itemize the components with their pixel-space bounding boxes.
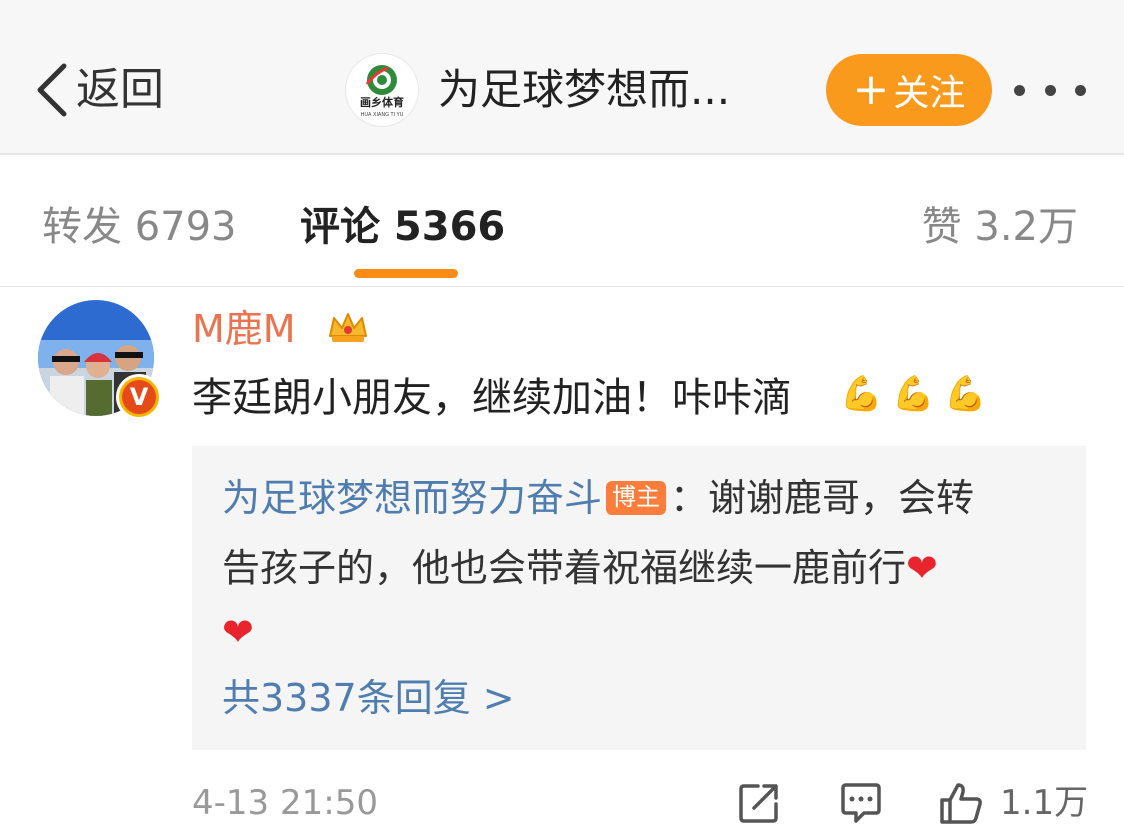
follow-button[interactable]: + 关注 — [826, 54, 992, 126]
tab-repost[interactable]: 转发 6793 — [42, 197, 237, 257]
share-icon — [739, 784, 778, 823]
follow-label: 关注 — [893, 73, 966, 114]
comment-text: 李廷朗小朋友，继续加油！咔咔滴 — [192, 375, 792, 421]
flex-emoji: 💪 — [944, 374, 987, 414]
reply-preview[interactable]: 为足球梦想而努力奋斗 博主 ：谢谢鹿哥，会转 告孩子的，他也会带着祝福继续一鹿前行❤… — [192, 446, 1086, 750]
like-button[interactable] — [938, 780, 984, 826]
tab-comment[interactable]: 评论 5366 — [300, 197, 505, 257]
heart-emoji: ❤ — [906, 546, 938, 590]
share-button[interactable] — [736, 780, 782, 826]
crown-icon — [329, 313, 367, 342]
comment-icon — [841, 783, 881, 823]
page-title: 为足球梦想而... — [438, 65, 731, 114]
back-button[interactable]: 返回 — [34, 60, 164, 120]
logo-text: 画乡体育 — [360, 95, 404, 109]
thumbs-up-icon — [940, 783, 982, 824]
reply-text-2: 告孩子的，他也会带着祝福继续一鹿前行 — [222, 546, 907, 590]
reply-author[interactable]: 为足球梦想而努力奋斗 — [222, 476, 602, 520]
reply-line-1: 为足球梦想而努力奋斗 博主 ：谢谢鹿哥，会转 — [222, 468, 974, 528]
flex-emoji: 💪 — [892, 374, 935, 414]
timestamp: 4-13 21:50 — [192, 783, 378, 823]
back-chevron-icon — [37, 63, 67, 117]
tab-bar: 转发 6793 评论 5366 赞 3.2万 — [0, 157, 1124, 287]
logo-subtext: HUA XIANG TI YU — [361, 112, 404, 118]
reply-line-3: ❤ — [222, 602, 254, 662]
comment-button[interactable] — [838, 780, 884, 826]
back-label: 返回 — [76, 64, 164, 115]
active-tab-indicator — [354, 269, 458, 278]
heart-emoji: ❤ — [222, 610, 254, 654]
flex-emoji: 💪 — [840, 374, 883, 414]
verified-mark: V — [122, 380, 156, 414]
reply-count-link[interactable]: 共3337条回复 > — [222, 668, 515, 728]
author-badge: 博主 — [606, 480, 667, 515]
user-name[interactable]: M鹿M — [192, 304, 296, 354]
account-logo[interactable]: 画乡体育 HUA XIANG TI YU — [346, 54, 418, 126]
reply-line-2: 告孩子的，他也会带着祝福继续一鹿前行❤ — [222, 538, 938, 598]
follow-plus: + — [852, 64, 890, 115]
more-dots-icon[interactable] — [1014, 78, 1086, 102]
tab-like[interactable]: 赞 3.2万 — [922, 197, 1078, 257]
like-count: 1.1万 — [1000, 783, 1089, 823]
verified-icon: V — [116, 374, 162, 420]
reply-text-1: ：谢谢鹿哥，会转 — [670, 476, 975, 520]
top-nav-bar: 返回 画乡体育 HUA XIANG TI YU 为足球梦想而... + 关注 — [0, 0, 1124, 155]
emoji-group: 💪 💪 💪 — [840, 374, 987, 414]
logo-image: 画乡体育 HUA XIANG TI YU — [360, 65, 404, 118]
